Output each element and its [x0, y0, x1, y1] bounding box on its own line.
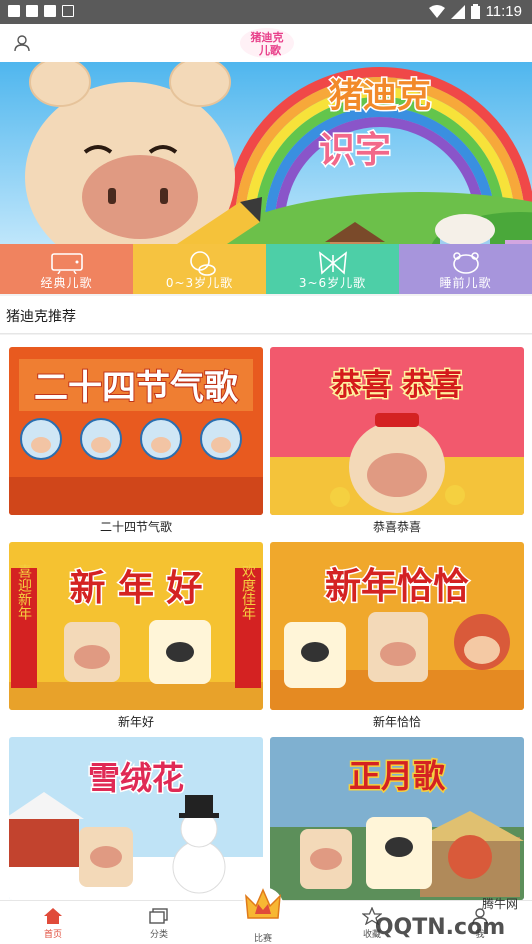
video-thumbnail[interactable]: 新年恰恰	[270, 542, 524, 710]
tab-competition[interactable]: 比赛	[238, 884, 288, 944]
svg-text:儿歌: 儿歌	[258, 43, 282, 57]
hero-banner[interactable]: 猪迪克 识字	[0, 62, 532, 244]
recommend-section-header: 猪迪克推荐	[0, 296, 532, 334]
battery-icon	[470, 4, 480, 19]
thumbnail-title: 恭喜 恭喜	[331, 368, 462, 403]
app-logo: 猪迪克 儿歌	[240, 28, 294, 58]
notification-icon	[26, 5, 38, 17]
baby-icon	[189, 251, 216, 276]
status-bar: 11:19	[0, 0, 532, 24]
tab-category[interactable]: 分类	[129, 907, 189, 940]
couplet-left: 喜迎新年	[16, 564, 32, 620]
video-card[interactable]: 二十四节气歌 二十四节气歌	[9, 347, 263, 536]
wifi-icon	[428, 4, 445, 18]
home-icon	[44, 908, 62, 924]
video-thumbnail[interactable]: 雪绒花	[9, 737, 263, 900]
notification-icons	[8, 5, 74, 17]
category-bar: 经典儿歌 0~3岁儿歌 3~6岁儿歌 睡前儿歌	[0, 244, 532, 294]
video-title: 二十四节气歌	[99, 520, 172, 534]
notification-icon	[62, 5, 74, 17]
video-thumbnail[interactable]: 二十四节气歌	[9, 347, 263, 515]
category-classic[interactable]: 经典儿歌	[0, 244, 133, 294]
category-bedtime[interactable]: 睡前儿歌	[399, 244, 532, 294]
svg-text:猪迪克: 猪迪克	[250, 30, 284, 44]
category-label: 经典儿歌	[40, 276, 93, 290]
butterfly-icon	[318, 251, 347, 275]
video-card[interactable]: 雪绒花	[9, 737, 263, 900]
category-age-3-6[interactable]: 3~6岁儿歌	[266, 244, 399, 294]
category-age-0-3[interactable]: 0~3岁儿歌	[133, 244, 266, 294]
crown-icon	[242, 887, 284, 929]
banner-title-1: 猪迪克	[329, 76, 431, 116]
tab-label: 分类	[149, 930, 168, 940]
thumbnail-title: 二十四节气歌	[34, 368, 239, 408]
clock: 11:19	[485, 3, 522, 20]
watermark: 腾牛网 QQTN.com	[375, 896, 518, 940]
category-label: 0~3岁儿歌	[165, 276, 234, 290]
thumbnail-title: 新 年 好	[69, 568, 202, 609]
video-thumbnail[interactable]: 恭喜 恭喜	[270, 347, 524, 515]
tv-icon	[50, 253, 83, 274]
video-card[interactable]: 正月歌	[270, 737, 524, 900]
notification-icon	[8, 5, 20, 17]
video-thumbnail[interactable]: 正月歌	[270, 737, 524, 900]
video-thumbnail[interactable]: 喜迎新年 欢度佳年 新 年 好	[9, 542, 263, 710]
couplet-right: 欢度佳年	[240, 564, 256, 620]
tab-home[interactable]: 首页	[23, 907, 83, 940]
category-label: 睡前儿歌	[439, 276, 492, 290]
notification-icon	[44, 5, 56, 17]
category-label: 3~6岁儿歌	[298, 276, 367, 290]
signal-icon	[450, 4, 465, 19]
video-card[interactable]: 恭喜 恭喜 恭喜恭喜	[270, 347, 524, 536]
app-header: 猪迪克 儿歌	[0, 24, 532, 62]
video-title: 恭喜恭喜	[372, 520, 421, 534]
video-title: 新年好	[117, 715, 154, 729]
tab-label: 首页	[43, 930, 62, 940]
banner-title-2: 识字	[319, 130, 391, 171]
video-grid: 二十四节气歌 二十四节气歌 恭喜 恭喜 恭喜恭喜 喜迎新年 欢度佳年 新 年 好…	[0, 335, 532, 900]
banner-art: 猪迪克 识字	[0, 62, 532, 244]
thumbnail-title: 新年恰恰	[325, 566, 469, 607]
video-card[interactable]: 新年恰恰 新年恰恰	[270, 542, 524, 731]
video-title: 新年恰恰	[372, 715, 421, 729]
layers-icon	[149, 908, 168, 924]
user-icon[interactable]	[12, 33, 32, 53]
thumbnail-title: 雪绒花	[88, 759, 184, 797]
tab-label: 比赛	[253, 934, 272, 944]
thumbnail-title: 正月歌	[349, 757, 446, 795]
svg-text:QQTN.com: QQTN.com	[375, 915, 505, 940]
svg-text:腾牛网: 腾牛网	[482, 896, 518, 911]
video-card[interactable]: 喜迎新年 欢度佳年 新 年 好 新年好	[9, 542, 263, 731]
section-title: 猪迪克推荐	[6, 309, 76, 325]
moon-bear-icon	[452, 252, 479, 274]
